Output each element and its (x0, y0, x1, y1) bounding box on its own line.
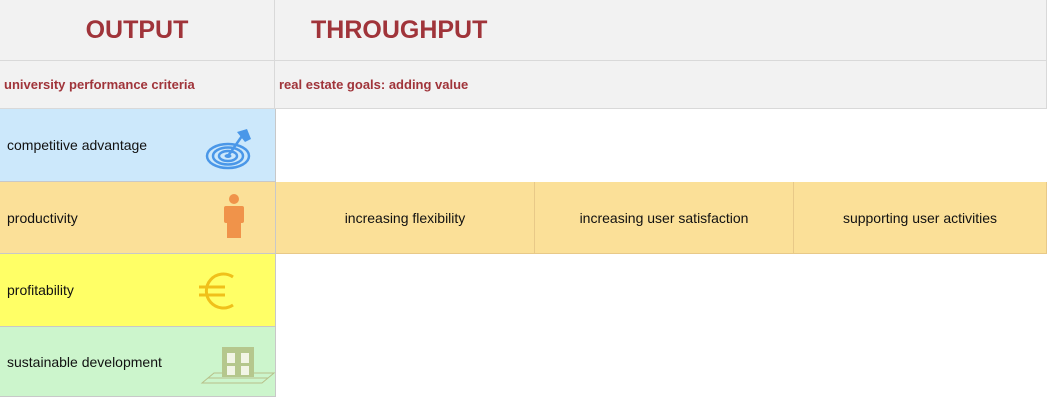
euro-icon (199, 272, 234, 310)
output-title: OUTPUT (85, 15, 189, 44)
output-header: OUTPUT (0, 0, 275, 61)
goal-label: supporting user activities (842, 209, 998, 226)
criterion-label: competitive advantage (7, 137, 148, 153)
criterion-competitive-advantage: competitive advantage (0, 109, 276, 182)
criterion-profitability: profitability (0, 254, 276, 327)
throughput-header: THROUGHPUT (275, 0, 1047, 61)
criterion-productivity: productivity (0, 182, 276, 254)
performance-criteria-header: university performance criteria (0, 61, 275, 109)
criterion-label: profitability (7, 282, 74, 298)
criterion-sustainable-development: sustainable development (0, 327, 276, 397)
real-estate-goals-subtitle: real estate goals: adding value (279, 77, 469, 92)
goal-increasing-flexibility: increasing flexibility (276, 182, 535, 254)
goal-label: increasing flexibility (344, 209, 466, 226)
criterion-label: productivity (7, 209, 78, 226)
performance-criteria-subtitle: university performance criteria (4, 77, 195, 92)
criterion-label: sustainable development (7, 353, 162, 370)
real-estate-goals-header: real estate goals: adding value (275, 61, 1047, 109)
target-pin-icon (205, 129, 251, 170)
goal-increasing-user-satisfaction: increasing user satisfaction (535, 182, 794, 254)
person-icon (224, 194, 244, 238)
house-icon (200, 347, 276, 384)
throughput-title: THROUGHPUT (311, 15, 488, 44)
goal-label: increasing user satisfaction (579, 209, 749, 226)
goal-supporting-user-activities: supporting user activities (794, 182, 1047, 254)
